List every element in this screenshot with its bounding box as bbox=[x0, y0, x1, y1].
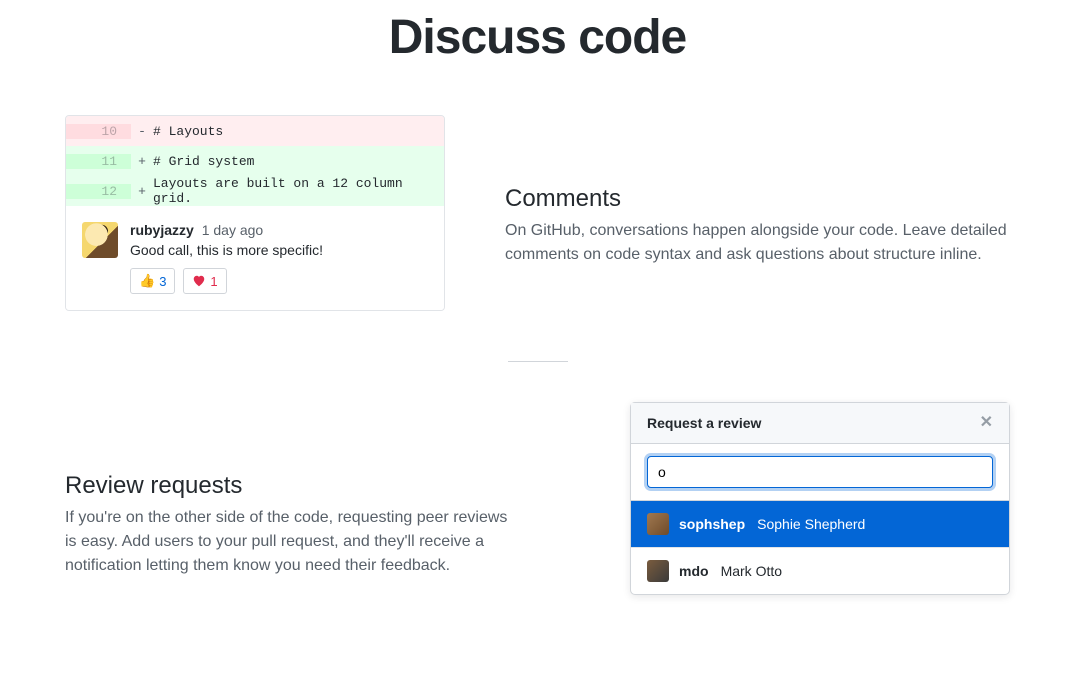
diff-code: # Grid system bbox=[153, 154, 444, 169]
avatar bbox=[82, 222, 118, 258]
reviewer-fullname: Mark Otto bbox=[721, 563, 782, 579]
diff-sign: + bbox=[131, 184, 153, 199]
line-number: 11 bbox=[66, 154, 131, 169]
review-requests-heading: Review requests bbox=[65, 472, 508, 500]
reviewer-fullname: Sophie Shepherd bbox=[757, 516, 865, 532]
reaction-count: 3 bbox=[159, 274, 166, 289]
reaction-thumbs-up[interactable]: 👍 3 bbox=[130, 268, 175, 294]
avatar bbox=[647, 560, 669, 582]
review-requests-description: If you're on the other side of the code,… bbox=[65, 506, 508, 578]
diff-line-removed: 10 - # Layouts bbox=[66, 116, 444, 146]
heart-icon bbox=[192, 274, 206, 288]
close-icon[interactable]: ✕ bbox=[980, 415, 993, 431]
diff-line-added: 12 + Layouts are built on a 12 column gr… bbox=[66, 176, 444, 206]
reviewer-result[interactable]: mdo Mark Otto bbox=[631, 547, 1009, 594]
line-number: 12 bbox=[66, 184, 131, 199]
line-number: 10 bbox=[66, 124, 131, 139]
reaction-heart[interactable]: 1 bbox=[183, 268, 226, 294]
avatar bbox=[647, 513, 669, 535]
comment-text: Good call, this is more specific! bbox=[130, 242, 428, 258]
popover-title: Request a review bbox=[647, 415, 761, 431]
diff-sign: + bbox=[131, 154, 153, 169]
reviewer-username: mdo bbox=[679, 563, 709, 579]
reviewer-search-input[interactable] bbox=[647, 456, 993, 488]
diff-sign: - bbox=[131, 124, 153, 139]
reviewer-result[interactable]: sophshep Sophie Shepherd bbox=[631, 501, 1009, 547]
divider bbox=[508, 361, 568, 362]
thumbs-up-icon: 👍 bbox=[139, 273, 155, 289]
inline-comment: rubyjazzy 1 day ago Good call, this is m… bbox=[66, 206, 444, 310]
comments-description: On GitHub, conversations happen alongsid… bbox=[505, 219, 1010, 267]
diff-card: 10 - # Layouts 11 + # Grid system 12 + L… bbox=[65, 115, 445, 311]
reviewer-username: sophshep bbox=[679, 516, 745, 532]
reaction-count: 1 bbox=[210, 274, 217, 289]
comment-author[interactable]: rubyjazzy bbox=[130, 222, 194, 238]
page-title: Discuss code bbox=[65, 10, 1010, 65]
comments-heading: Comments bbox=[505, 185, 1010, 213]
request-review-popover: Request a review ✕ sophshep Sophie Sheph… bbox=[630, 402, 1010, 595]
diff-code: # Layouts bbox=[153, 124, 444, 139]
comment-timestamp: 1 day ago bbox=[202, 222, 264, 238]
diff-code: Layouts are built on a 12 column grid. bbox=[153, 176, 444, 206]
diff-line-added: 11 + # Grid system bbox=[66, 146, 444, 176]
